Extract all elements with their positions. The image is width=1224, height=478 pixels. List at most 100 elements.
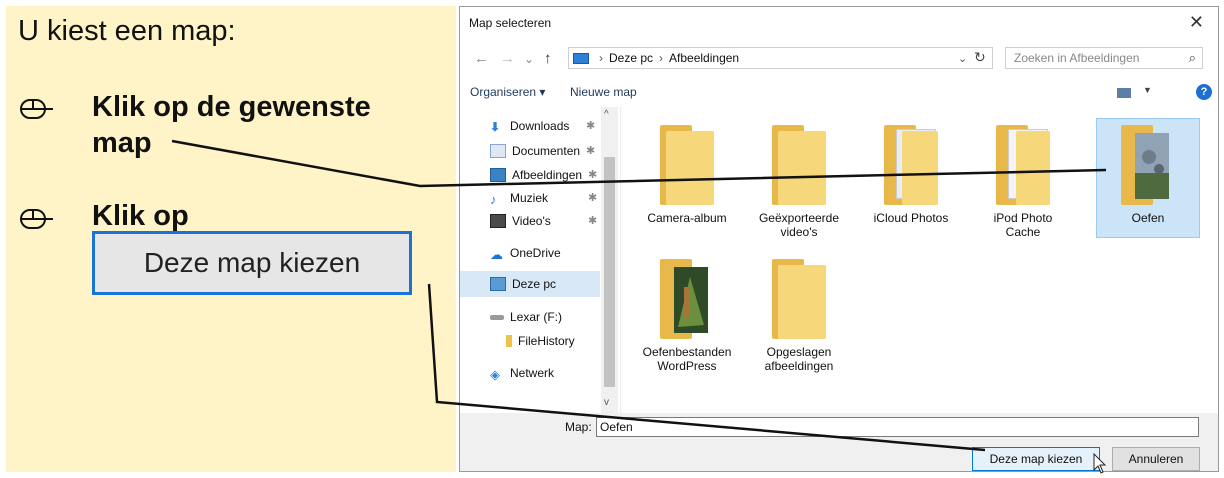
sidebar-item-lexar[interactable]: Lexar (F:) xyxy=(490,310,562,324)
sidebar-item-label: OneDrive xyxy=(510,246,561,260)
choose-folder-button[interactable]: Deze map kiezen xyxy=(972,447,1100,471)
cloud-icon: ☁ xyxy=(490,247,503,262)
navigation-pane: ⬇ Downloads ✱ Documenten ✱ Afbeeldingen … xyxy=(460,107,621,413)
sidebar-item-label: Documenten xyxy=(512,144,581,158)
sidebar-item-downloads[interactable]: ⬇ Downloads xyxy=(490,119,570,134)
download-icon: ⬇ xyxy=(490,120,501,134)
step2-text: Klik op xyxy=(92,200,189,232)
folder-opgeslagen-afbeeldingen[interactable]: Opgeslagen afbeeldingen xyxy=(752,253,846,373)
folder-icon xyxy=(996,125,1050,205)
mouse-icon xyxy=(20,99,53,119)
pin-icon: ✱ xyxy=(588,192,598,204)
step1-text-line1: Klik op de gewenste xyxy=(92,91,371,123)
folder-icon xyxy=(1121,125,1175,205)
sidebar-item-filehistory[interactable]: FileHistory xyxy=(506,334,575,348)
view-options-icon[interactable] xyxy=(1117,88,1131,98)
folder-field-value: Oefen xyxy=(600,420,633,434)
intro-text: U kiest een map: xyxy=(18,15,236,47)
sidebar-item-label: Deze pc xyxy=(512,277,557,291)
search-icon: ⌕ xyxy=(1188,50,1196,65)
drive-icon xyxy=(490,314,504,320)
step1-text-line2: map xyxy=(92,127,152,159)
folder-icon xyxy=(772,259,826,339)
scroll-thumb[interactable] xyxy=(604,157,615,387)
up-arrow-icon[interactable]: ↑ xyxy=(544,50,552,67)
folder-icon xyxy=(660,125,714,205)
pin-icon: ✱ xyxy=(588,215,598,227)
sidebar-item-onedrive[interactable]: ☁ OneDrive xyxy=(490,246,561,262)
view-dropdown-icon[interactable]: ▼ xyxy=(1143,85,1152,95)
folder-icon xyxy=(884,125,938,205)
sidebar-item-music[interactable]: ♪ Muziek xyxy=(490,191,548,207)
address-dropdown-icon[interactable]: ⌄ xyxy=(958,52,967,65)
breadcrumb-pictures[interactable]: Afbeeldingen xyxy=(669,51,739,65)
sidebar-item-label: Netwerk xyxy=(510,366,555,380)
forward-arrow-icon[interactable]: → xyxy=(500,50,515,67)
sidebar-item-label: Afbeeldingen xyxy=(512,168,583,182)
search-placeholder: Zoeken in Afbeeldingen xyxy=(1014,51,1140,65)
breadcrumb-thispc[interactable]: Deze pc xyxy=(609,51,653,65)
close-icon[interactable]: ✕ xyxy=(1189,12,1204,33)
folder-label: iPod Photo Cache xyxy=(993,211,1053,239)
folder-field-label: Map: xyxy=(565,420,592,434)
scroll-down-icon[interactable]: v xyxy=(604,397,609,408)
sidebar-item-documents[interactable]: Documenten xyxy=(490,144,580,158)
folder-label: iCloud Photos xyxy=(873,211,949,225)
folder-label: Oefen xyxy=(1131,211,1165,225)
toolbar: Organiseren ▾ Nieuwe map ▼ ? xyxy=(460,79,1218,105)
network-icon: ◈ xyxy=(490,367,500,382)
refresh-icon[interactable]: ↻ xyxy=(974,49,986,66)
photo-thumbnail xyxy=(674,267,708,333)
folder-label: Camera-album xyxy=(647,211,727,225)
dialog-footer: Map: Oefen Deze map kiezen Annuleren xyxy=(460,413,1218,474)
search-input[interactable]: Zoeken in Afbeeldingen ⌕ xyxy=(1005,47,1203,69)
sidebar-scrollbar[interactable]: ^ v xyxy=(601,107,618,413)
sidebar-item-label: FileHistory xyxy=(518,334,575,348)
cursor-icon xyxy=(1093,453,1107,474)
sidebar-item-videos[interactable]: Video's xyxy=(490,214,551,228)
pin-icon: ✱ xyxy=(586,145,596,157)
folder-icon xyxy=(772,125,826,205)
sidebar-item-label: Video's xyxy=(512,214,551,228)
cancel-button[interactable]: Annuleren xyxy=(1112,447,1200,471)
help-icon[interactable]: ? xyxy=(1196,84,1212,100)
pc-icon xyxy=(490,277,506,291)
sidebar-item-label: Lexar (F:) xyxy=(510,310,563,324)
pc-icon xyxy=(573,52,589,64)
sidebar-item-pictures[interactable]: Afbeeldingen xyxy=(490,168,582,182)
choose-folder-button-illustration: Deze map kiezen xyxy=(92,231,412,295)
new-folder-button[interactable]: Nieuwe map xyxy=(570,85,637,99)
pictures-icon xyxy=(490,168,506,182)
folder-oefenbestanden-wordpress[interactable]: Oefenbestanden WordPress xyxy=(640,253,734,373)
recent-locations-icon[interactable]: ⌄ xyxy=(524,52,534,66)
folder-label: Geëxporteerde video's xyxy=(758,211,840,239)
back-arrow-icon[interactable]: ← xyxy=(474,50,489,67)
organize-button[interactable]: Organiseren ▾ xyxy=(470,85,545,99)
pin-icon: ✱ xyxy=(588,169,598,181)
select-folder-dialog: Map selecteren ✕ ← → ⌄ ↑ › Deze pc › Afb… xyxy=(459,6,1219,474)
folder-icloud-photos[interactable]: iCloud Photos xyxy=(864,113,958,225)
photo-thumbnail xyxy=(1135,133,1169,199)
breadcrumb-separator: › xyxy=(599,51,603,65)
sidebar-item-thispc[interactable]: Deze pc xyxy=(460,271,600,297)
folder-label: Oefenbestanden WordPress xyxy=(642,345,732,373)
video-icon xyxy=(490,214,506,228)
folder-view: Camera-album Geëxporteerde video's iClou… xyxy=(622,107,1218,413)
folder-exported-videos[interactable]: Geëxporteerde video's xyxy=(752,113,846,239)
folder-icon xyxy=(660,259,714,339)
instruction-panel: U kiest een map: Klik op de gewenste map… xyxy=(6,6,456,472)
mouse-icon xyxy=(20,209,53,229)
folder-label: Opgeslagen afbeeldingen xyxy=(764,345,834,373)
pin-icon: ✱ xyxy=(586,120,596,132)
music-icon: ♪ xyxy=(490,192,497,207)
folder-oefen[interactable]: Oefen xyxy=(1096,118,1200,238)
address-bar[interactable]: › Deze pc › Afbeeldingen xyxy=(568,47,993,69)
folder-camera-album[interactable]: Camera-album xyxy=(640,113,734,225)
folder-icon xyxy=(506,335,512,347)
sidebar-item-label: Downloads xyxy=(510,119,570,133)
scroll-up-icon[interactable]: ^ xyxy=(604,109,609,120)
folder-ipod-photo-cache[interactable]: iPod Photo Cache xyxy=(976,113,1070,239)
breadcrumb-separator: › xyxy=(659,51,664,65)
folder-field[interactable]: Oefen xyxy=(596,417,1199,437)
sidebar-item-network[interactable]: ◈ Netwerk xyxy=(490,366,555,382)
